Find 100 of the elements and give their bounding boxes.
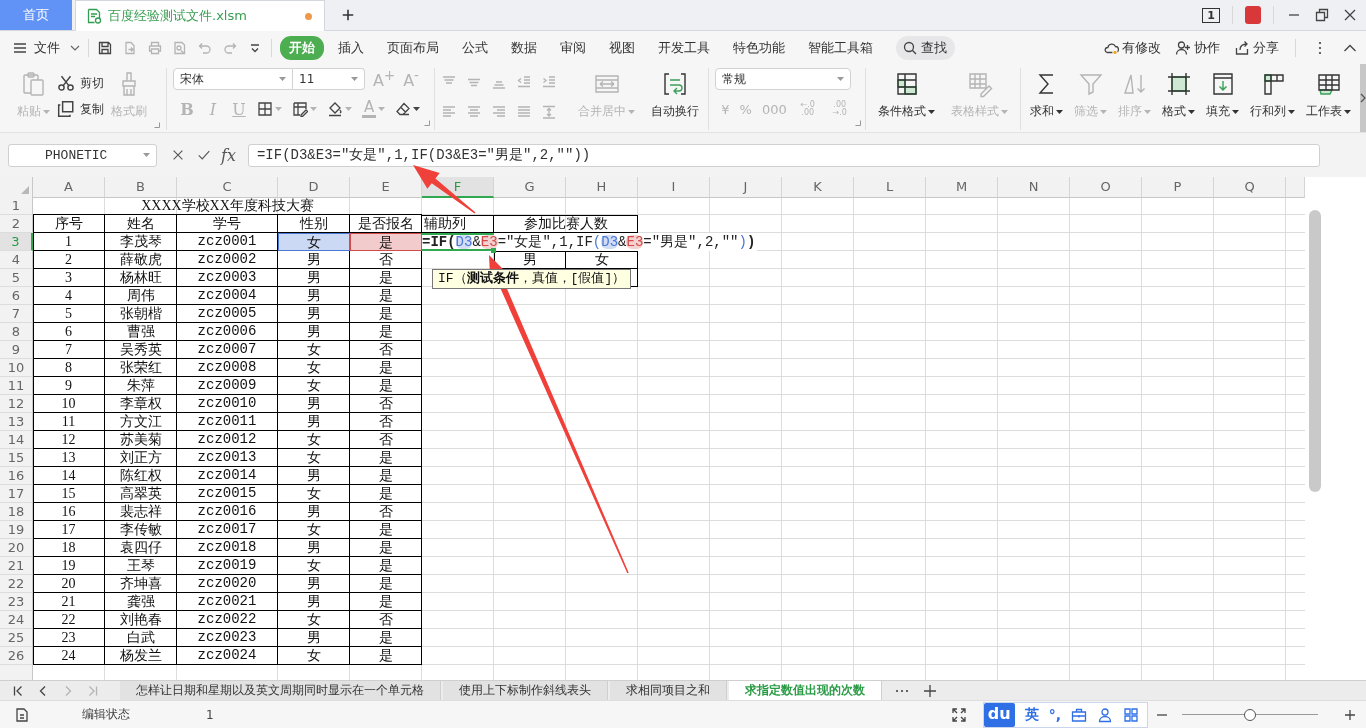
document-tab[interactable]: 百度经验测试文件.xlsm — [75, 0, 325, 31]
fill-button[interactable]: 填充 — [1203, 68, 1243, 124]
home-tab[interactable]: 首页 — [0, 0, 72, 30]
row-header[interactable]: 16 — [0, 467, 33, 485]
row-header[interactable]: 10 — [0, 359, 33, 377]
first-sheet-icon[interactable] — [12, 684, 24, 697]
column-header[interactable]: H — [566, 177, 638, 198]
row-header[interactable]: 11 — [0, 377, 33, 395]
ime-punctuation-button[interactable]: °, — [1048, 706, 1061, 723]
clear-button[interactable] — [395, 101, 421, 117]
ribbon-tab[interactable]: 数据 — [502, 35, 546, 60]
row-header[interactable]: 13 — [0, 413, 33, 431]
grid-icon[interactable] — [1123, 706, 1139, 723]
copy-button[interactable]: 复制 — [57, 100, 104, 118]
ribbon-tab[interactable]: 页面布局 — [378, 35, 448, 60]
formula-field[interactable]: =IF(D3&E3="女是",1,IF(D3&E3="男是",2,"")) — [247, 143, 1320, 167]
add-sheet-icon[interactable] — [922, 682, 938, 699]
row-header[interactable]: 19 — [0, 521, 33, 539]
column-header[interactable]: O — [1070, 177, 1142, 198]
row-header[interactable]: 18 — [0, 503, 33, 521]
check-icon[interactable] — [197, 148, 211, 162]
dialog-launcher-icon[interactable] — [424, 120, 431, 126]
row-header[interactable]: 21 — [0, 557, 33, 575]
person-icon[interactable] — [1097, 706, 1113, 723]
row-header[interactable]: 14 — [0, 431, 33, 449]
share-button[interactable]: 分享 — [1234, 38, 1279, 57]
row-header[interactable]: 22 — [0, 575, 33, 593]
dialog-launcher-icon[interactable] — [154, 122, 160, 128]
new-tab-icon[interactable] — [341, 8, 355, 22]
search-button[interactable]: 查找 — [896, 35, 955, 60]
ribbon-tab[interactable]: 开始 — [280, 35, 324, 60]
zoom-slider-thumb[interactable] — [1244, 708, 1256, 721]
ime-language-button[interactable]: 英 — [1024, 705, 1039, 724]
dialog-launcher-icon[interactable] — [855, 120, 862, 126]
avatar-icon[interactable] — [1245, 6, 1261, 24]
row-header[interactable]: 4 — [0, 251, 33, 269]
row-header[interactable]: 15 — [0, 449, 33, 467]
ribbon-tab[interactable]: 开发工具 — [649, 35, 719, 60]
collaborate-button[interactable]: 协作 — [1175, 38, 1220, 57]
ribbon-scroll-button[interactable] — [1360, 64, 1366, 132]
column-header[interactable]: K — [782, 177, 854, 198]
toolbox-icon[interactable] — [1071, 706, 1087, 723]
ribbon-tab[interactable]: 特色功能 — [724, 35, 794, 60]
column-header[interactable]: E — [350, 177, 422, 198]
ribbon-tab[interactable]: 审阅 — [551, 35, 595, 60]
wrap-text-button[interactable]: 自动换行 — [648, 68, 703, 124]
column-header[interactable]: M — [926, 177, 998, 198]
ribbon-tab[interactable]: 插入 — [329, 35, 373, 60]
format-button[interactable]: 格式 — [1159, 68, 1199, 124]
row-header[interactable]: 9 — [0, 341, 33, 359]
row-header[interactable]: 17 — [0, 485, 33, 503]
font-size-dropdown[interactable]: 11 — [293, 68, 365, 90]
font-name-dropdown[interactable]: 宋体 — [173, 68, 293, 90]
worksheet-button[interactable]: 工作表 — [1303, 68, 1355, 124]
row-header[interactable]: 12 — [0, 395, 33, 413]
cut-button[interactable]: 剪切 — [57, 74, 104, 92]
ribbon-tab[interactable]: 视图 — [600, 35, 644, 60]
column-header[interactable]: L — [854, 177, 926, 198]
insert-function-button[interactable]: fx — [221, 145, 236, 165]
save-icon[interactable] — [97, 39, 113, 56]
scrollbar-thumb[interactable] — [1309, 210, 1321, 492]
column-header[interactable]: A — [33, 177, 105, 198]
row-header[interactable]: 2 — [0, 215, 33, 233]
cell-editor[interactable]: =IF(D3&E3="女是",1,IF(D3&E3="男是",2,"")) — [422, 233, 758, 251]
column-header[interactable] — [1286, 177, 1305, 198]
row-header[interactable]: 26 — [0, 647, 33, 665]
close-icon[interactable] — [1342, 7, 1358, 23]
sheet-tab[interactable]: 怎样让日期和星期以及英文周期同时显示在一个单元格 — [120, 681, 441, 700]
row-header[interactable]: 6 — [0, 287, 33, 305]
row-header[interactable]: 3 — [0, 233, 33, 251]
row-header[interactable]: 8 — [0, 323, 33, 341]
name-box[interactable]: PHONETIC — [8, 143, 157, 167]
column-header[interactable]: G — [494, 177, 566, 198]
row-header[interactable]: 7 — [0, 305, 33, 323]
file-menu-button[interactable]: 文件 — [12, 38, 80, 57]
ime-logo[interactable]: du — [983, 702, 1015, 727]
cancel-icon[interactable] — [171, 148, 185, 162]
row-header[interactable]: 20 — [0, 539, 33, 557]
ribbon-tab[interactable]: 智能工具箱 — [799, 35, 882, 60]
column-header[interactable]: C — [177, 177, 278, 198]
number-format-dropdown[interactable]: 常规 — [715, 68, 852, 90]
conditional-format-button[interactable]: 条件格式 — [872, 68, 942, 124]
column-header[interactable]: B — [105, 177, 177, 198]
document-icon[interactable] — [14, 706, 30, 723]
row-header[interactable]: 24 — [0, 611, 33, 629]
column-header[interactable]: P — [1142, 177, 1214, 198]
row-header[interactable]: 1 — [0, 197, 33, 215]
column-header[interactable]: I — [638, 177, 710, 198]
sheet-tab[interactable]: 求指定数值出现的次数 — [729, 681, 882, 700]
column-header[interactable]: Q — [1214, 177, 1286, 198]
ribbon-tab[interactable]: 公式 — [453, 35, 497, 60]
row-header[interactable]: 25 — [0, 629, 33, 647]
restore-icon[interactable] — [1314, 7, 1330, 23]
sheet-tab[interactable]: 求相同项目之和 — [610, 681, 727, 700]
changes-button[interactable]: 有修改 — [1103, 38, 1161, 57]
sum-button[interactable]: 求和 — [1027, 68, 1067, 124]
rows-columns-button[interactable]: 行和列 — [1247, 68, 1299, 124]
column-header[interactable]: J — [710, 177, 782, 198]
row-header[interactable]: 5 — [0, 269, 33, 287]
zoom-in-icon[interactable] — [1344, 708, 1356, 721]
